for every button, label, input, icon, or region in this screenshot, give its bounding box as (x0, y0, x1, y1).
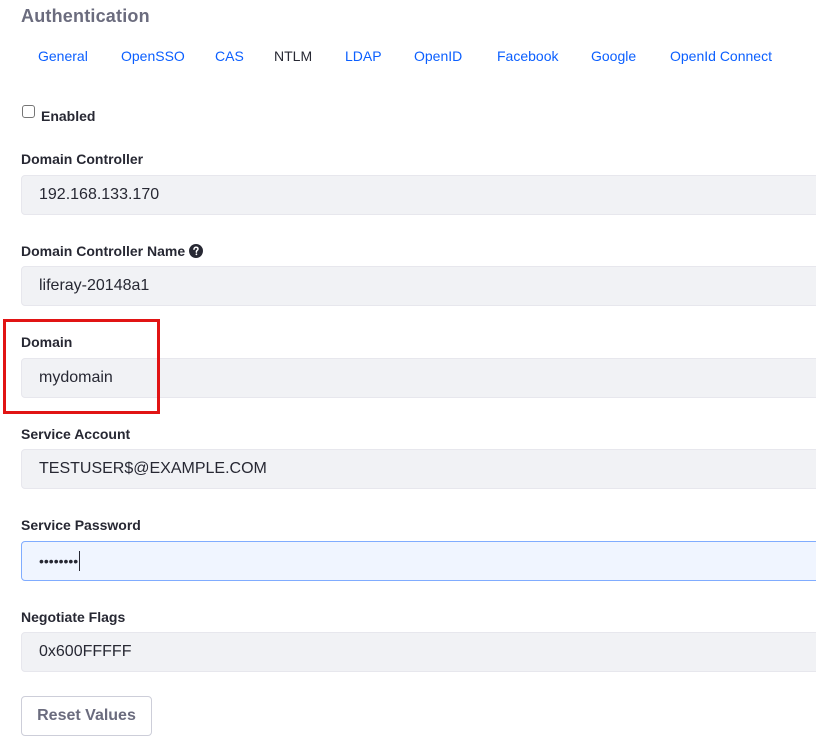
enabled-label[interactable]: Enabled (41, 108, 95, 124)
domain-controller-name-input[interactable]: liferay-20148a1 (21, 266, 816, 306)
domain-controller-name-value: liferay-20148a1 (39, 277, 150, 294)
negotiate-flags-label: Negotiate Flags (21, 609, 125, 625)
tab-ntlm[interactable]: NTLM (274, 48, 312, 64)
tab-openid-connect[interactable]: OpenId Connect (670, 48, 772, 64)
domain-controller-label: Domain Controller (21, 151, 143, 167)
section-title: Authentication (21, 6, 150, 26)
tab-openid[interactable]: OpenID (414, 48, 462, 64)
ntlm-authentication-page: Authentication General OpenSSO CAS NTLM … (0, 0, 816, 753)
tab-cas[interactable]: CAS (215, 48, 244, 64)
negotiate-flags-input[interactable]: 0x600FFFFF (21, 632, 816, 672)
service-account-value: TESTUSER$@EXAMPLE.COM (39, 460, 267, 477)
domain-controller-value: 192.168.133.170 (39, 186, 160, 203)
domain-controller-label-text: Domain Controller (21, 151, 144, 167)
tab-facebook[interactable]: Facebook (497, 48, 558, 64)
text-caret (79, 551, 81, 571)
tab-opensso[interactable]: OpenSSO (121, 48, 185, 64)
highlight-annotation-box (3, 319, 160, 414)
negotiate-flags-label-text: Negotiate Flags (21, 609, 126, 625)
domain-controller-name-label-text: Domain Controller Name (21, 243, 186, 259)
service-account-label-text: Service Account (21, 426, 131, 442)
reset-values-button[interactable]: Reset Values (21, 696, 152, 736)
service-password-input[interactable]: •••••••• (21, 541, 816, 581)
tab-ldap[interactable]: LDAP (345, 48, 382, 64)
domain-controller-input[interactable]: 192.168.133.170 (21, 175, 816, 215)
negotiate-flags-value: 0x600FFFFF (39, 643, 132, 660)
domain-controller-name-label: Domain Controller Name (21, 243, 204, 259)
tab-general[interactable]: General (38, 48, 88, 64)
service-account-input[interactable]: TESTUSER$@EXAMPLE.COM (21, 449, 816, 489)
service-password-label: Service Password (21, 517, 141, 533)
service-password-value: •••••••• (39, 553, 79, 569)
service-account-label: Service Account (21, 426, 130, 442)
tab-google[interactable]: Google (591, 48, 636, 64)
service-password-label-text: Service Password (21, 517, 141, 533)
question-circle-icon[interactable] (189, 244, 204, 258)
enabled-row: Enabled (22, 102, 95, 124)
enabled-checkbox[interactable] (22, 104, 35, 118)
